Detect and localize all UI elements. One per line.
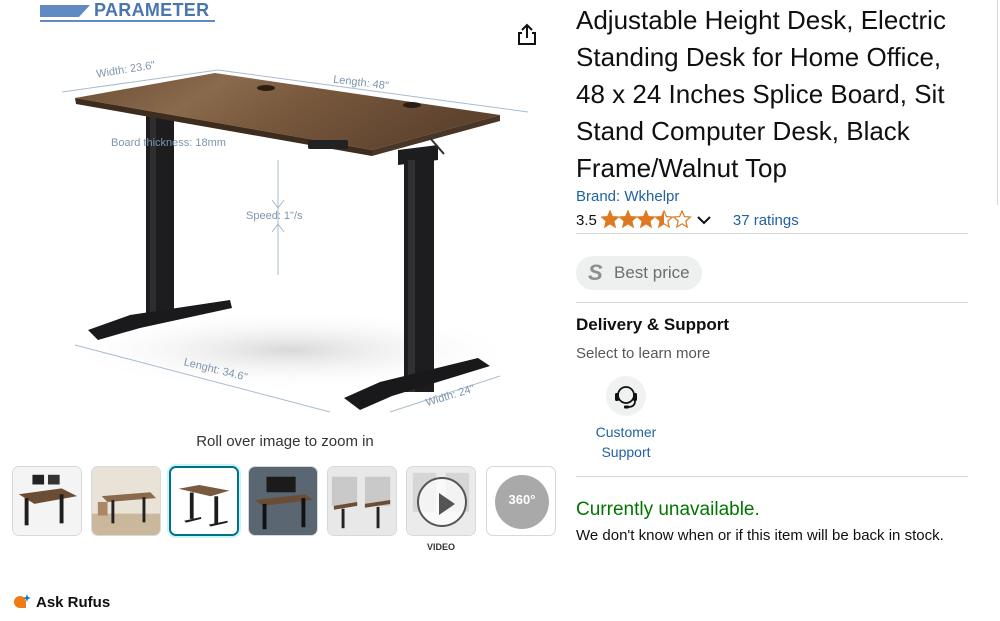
availability-note: We don't know when or if this item will … [576, 527, 944, 544]
grommet-left [257, 85, 275, 91]
share-button[interactable] [514, 22, 540, 48]
thumbnail-5[interactable] [327, 466, 397, 536]
divider [576, 233, 968, 234]
grommet-right [403, 102, 421, 108]
rufus-icon [14, 594, 31, 608]
thumbnail-video[interactable] [406, 466, 476, 536]
thumbnail-4[interactable] [248, 466, 318, 536]
thumbnail-360[interactable]: 360° [486, 466, 556, 536]
delivery-support-heading: Delivery & Support [576, 315, 730, 334]
thumb-desk-room-image [92, 467, 160, 535]
thumb-desk-dark-image [249, 467, 317, 535]
stars-icon [600, 210, 692, 229]
ratings-count-link[interactable]: 37 ratings [733, 212, 799, 229]
rotate-360-icon: 360° [495, 475, 549, 529]
divider [576, 476, 968, 477]
brand-link[interactable]: Brand: Wkhelpr [576, 188, 972, 205]
delivery-support-subtitle: Select to learn more [576, 345, 711, 362]
control-panel [308, 140, 348, 149]
customer-support-tile[interactable]: Customer Support [576, 376, 676, 462]
thumb-desk-parameter-image [171, 468, 237, 534]
thumbnail-3[interactable] [169, 466, 239, 536]
share-icon [518, 23, 536, 45]
thumbnail-2[interactable] [91, 466, 161, 536]
rating-row: 3.5 37 ratings [576, 209, 972, 231]
best-price-badge[interactable]: S Best price [576, 256, 702, 290]
speed-label: Speed: 1"/s [246, 210, 303, 222]
board-thickness-label: Board thickness: 18mm [111, 137, 226, 149]
divider [576, 302, 968, 303]
rating-dropdown-button[interactable] [697, 212, 711, 229]
chevron-down-icon [697, 215, 711, 224]
ask-rufus-button[interactable]: Ask Rufus [12, 592, 110, 612]
ask-rufus-label: Ask Rufus [36, 593, 111, 611]
rating-value: 3.5 [576, 211, 597, 229]
product-title: Adjustable Height Desk, Electric Standin… [576, 5, 946, 183]
product-info: Adjustable Height Desk, Electric Standin… [576, 0, 972, 547]
zoom-hint: Roll over image to zoom in [196, 433, 374, 450]
right-edge-divider [997, 0, 998, 205]
thumb-desk-monitors-image [13, 467, 81, 535]
thumbnail-1[interactable] [12, 466, 82, 536]
star-rating[interactable] [600, 210, 693, 230]
best-price-s-icon: S [588, 260, 603, 285]
main-product-image[interactable]: PARAMETER Width: 23.6" Length: 48" Board… [0, 0, 560, 425]
customer-support-label: Customer Support [595, 424, 657, 460]
video-label: VIDEO [426, 542, 455, 552]
play-icon [417, 477, 467, 527]
availability-status: Currently unavailable. [576, 499, 760, 520]
best-price-label: Best price [614, 263, 690, 282]
headset-icon [606, 376, 646, 416]
thumb-desk-lifestyle-image [328, 467, 396, 535]
